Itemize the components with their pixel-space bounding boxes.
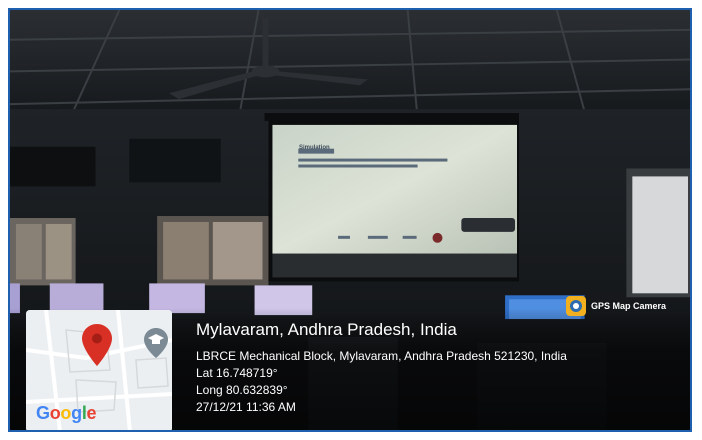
photo-frame: Google GPS Map Camera Mylavaram, Andhra … [8, 8, 692, 432]
longitude-line: Long 80.632839° [196, 383, 288, 397]
latitude-line: Lat 16.748719° [196, 366, 278, 380]
datetime-line: 27/12/21 11:36 AM [196, 400, 296, 414]
map-pin-icon [82, 324, 112, 366]
google-logo: Google [36, 403, 97, 423]
address-line: LBRCE Mechanical Block, Mylavaram, Andhr… [196, 349, 567, 363]
map-thumbnail: Google [26, 310, 172, 430]
badge-label: GPS Map Camera [591, 301, 667, 311]
gps-map-camera-badge: GPS Map Camera [566, 296, 666, 316]
location-info: Mylavaram, Andhra Pradesh, India LBRCE M… [196, 320, 567, 416]
location-title: Mylavaram, Andhra Pradesh, India [196, 320, 457, 339]
projection-heading: Simulation [299, 145, 330, 151]
camera-globe-icon [566, 296, 586, 316]
graduation-cap-icon [144, 328, 168, 358]
